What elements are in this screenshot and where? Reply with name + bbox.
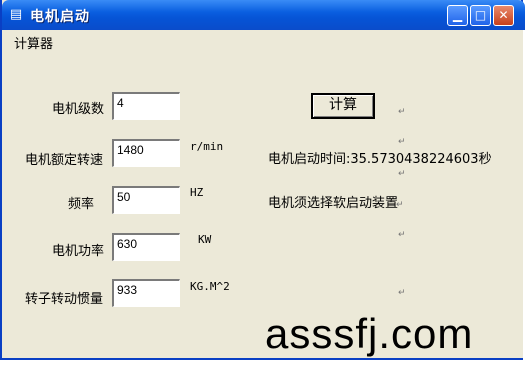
motor-power-input[interactable]: 630 — [112, 233, 180, 261]
menu-item-calculator[interactable]: 计算器 — [14, 33, 53, 52]
title-bar[interactable]: ▤ 电机启动 ▁ □ ✕ — [2, 0, 525, 30]
motor-power-unit: KW — [198, 233, 212, 246]
soft-start-advice: 电机须选择软启动装置 — [268, 196, 399, 211]
rotor-inertia-unit: KG.M^2 — [190, 280, 230, 293]
rated-speed-input[interactable]: 1480 — [112, 139, 180, 167]
frequency-input[interactable]: 50 — [112, 186, 180, 214]
app-icon: ▤ — [9, 7, 23, 22]
close-icon: ✕ — [498, 8, 509, 22]
paragraph-mark: ↵ — [398, 137, 406, 147]
rotor-inertia-input[interactable]: 933 — [112, 279, 180, 307]
maximize-icon: □ — [474, 8, 487, 22]
maximize-button[interactable]: □ — [470, 5, 491, 26]
pole-count-input[interactable]: 4 — [112, 92, 180, 120]
window-title: 电机启动 — [30, 9, 90, 25]
rated-speed-unit: r/min — [190, 140, 224, 153]
menu-bar: 计算器 — [4, 30, 523, 52]
calculate-button[interactable]: 计算 — [311, 93, 375, 119]
pole-count-label: 电机级数 — [52, 102, 105, 117]
rotor-inertia-label: 转子转动惯量 — [25, 292, 104, 307]
paragraph-mark: ↵ — [398, 107, 406, 117]
frequency-unit: HZ — [190, 186, 204, 199]
paragraph-mark: ↵ — [398, 288, 406, 298]
paragraph-mark: ↵ — [398, 169, 406, 179]
paragraph-mark: ↵ — [398, 230, 406, 240]
motor-power-label: 电机功率 — [52, 244, 105, 259]
watermark: asssfj.com — [265, 310, 474, 357]
frequency-label: 频率 — [68, 197, 95, 212]
minimize-button[interactable]: ▁ — [447, 5, 468, 26]
start-time-result: 电机启动时间:35.5730438224603秒 — [268, 152, 492, 167]
app-window: ▤ 电机启动 ▁ □ ✕ 计算器 电机级数 4 电机额定转速 1480 r/mi… — [0, 0, 525, 360]
paragraph-mark: ↵ — [396, 200, 404, 210]
minimize-icon: ▁ — [452, 8, 463, 22]
rated-speed-label: 电机额定转速 — [25, 153, 104, 168]
close-button[interactable]: ✕ — [493, 5, 514, 26]
